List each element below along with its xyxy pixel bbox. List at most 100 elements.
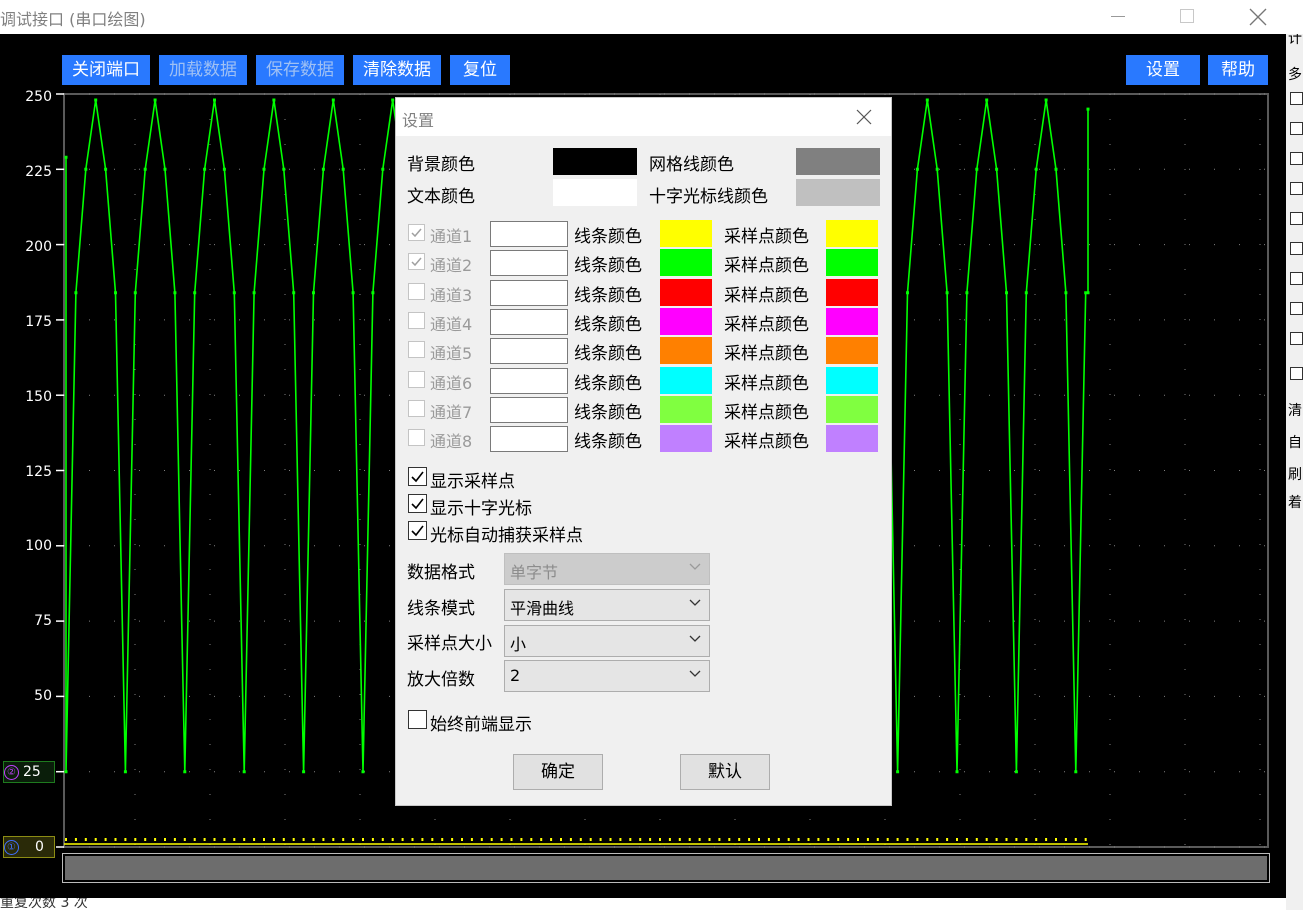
strip-text: 着 <box>1288 495 1302 511</box>
line-color-label: 线条颜色 <box>574 256 642 277</box>
line-color-label: 线条颜色 <box>574 285 642 306</box>
auto-snap-checkbox[interactable] <box>408 521 427 540</box>
channel-enable-checkbox[interactable] <box>408 370 425 388</box>
channel-point-color-swatch[interactable] <box>826 307 878 335</box>
strip-checkbox[interactable] <box>1290 182 1303 195</box>
line-color-label: 线条颜色 <box>574 373 642 394</box>
data-format-label: 数据格式 <box>407 563 475 583</box>
crosshair-color-label: 十字光标线颜色 <box>649 187 768 207</box>
point-color-label: 采样点颜色 <box>724 373 809 394</box>
channel-name-input[interactable] <box>490 426 568 453</box>
chevron-down-icon <box>689 599 701 606</box>
y-tick-label: 250 <box>25 89 52 105</box>
channel-name-input[interactable] <box>490 396 568 423</box>
channel-label: 通道4 <box>430 314 473 334</box>
channel-point-color-swatch[interactable] <box>826 249 878 277</box>
strip-checkbox[interactable] <box>1290 302 1303 315</box>
zoom-select[interactable]: 2 <box>504 660 710 692</box>
channel-1-points <box>65 838 1087 841</box>
line-color-label: 线条颜色 <box>574 402 642 423</box>
channel-name-input[interactable] <box>490 308 568 335</box>
channel-point-color-swatch[interactable] <box>826 395 878 423</box>
channel-enable-checkbox[interactable] <box>408 224 425 241</box>
channel-name-input[interactable] <box>490 367 568 394</box>
text-color-label: 文本颜色 <box>407 187 475 207</box>
channel-point-color-swatch[interactable] <box>826 337 878 365</box>
channel-point-color-swatch[interactable] <box>826 425 878 453</box>
channel-label: 通道6 <box>430 373 473 393</box>
close-window-button[interactable] <box>1235 0 1281 32</box>
dialog-title-bar: 设置 <box>396 98 891 136</box>
channel-enable-checkbox[interactable] <box>408 399 425 417</box>
channel-badge: ② <box>4 764 19 780</box>
line-mode-value: 平滑曲线 <box>510 599 575 618</box>
point-color-label: 采样点颜色 <box>724 285 809 306</box>
text-color-swatch[interactable] <box>553 179 637 206</box>
channel-label: 通道2 <box>430 256 473 276</box>
line-color-label: 线条颜色 <box>574 314 642 335</box>
strip-checkbox[interactable] <box>1290 212 1303 225</box>
strip-checkbox[interactable] <box>1290 92 1303 105</box>
line-mode-select[interactable]: 平滑曲线 <box>504 589 710 621</box>
crosshair-color-swatch[interactable] <box>796 179 880 206</box>
y-tick-label: 200 <box>25 238 52 255</box>
line-color-label: 线条颜色 <box>574 432 642 453</box>
channel-enable-checkbox[interactable] <box>408 341 425 359</box>
point-size-value: 小 <box>510 635 527 654</box>
title-bar: 调试接口 (串口绘图) <box>0 0 1303 34</box>
channel-name-input[interactable] <box>490 279 568 306</box>
channel-line-color-swatch[interactable] <box>660 307 712 335</box>
channel-line-color-swatch[interactable] <box>660 366 712 394</box>
strip-checkbox[interactable] <box>1290 122 1303 135</box>
data-format-value: 单字节 <box>510 563 559 582</box>
channel-line-color-swatch[interactable] <box>660 337 712 365</box>
checkmark-icon <box>411 228 422 238</box>
channel-point-color-swatch[interactable] <box>826 278 878 306</box>
channel-line-color-swatch[interactable] <box>660 425 712 453</box>
minimize-button[interactable] <box>1095 0 1141 32</box>
ok-button[interactable]: 确定 <box>513 754 603 790</box>
background-color-swatch[interactable] <box>553 148 637 175</box>
default-button[interactable]: 默认 <box>680 754 770 790</box>
dialog-title: 设置 <box>402 111 435 130</box>
strip-text: 自 <box>1288 435 1302 451</box>
strip-text: 计 <box>1288 34 1302 47</box>
point-size-select[interactable]: 小 <box>504 625 710 657</box>
strip-checkbox[interactable] <box>1290 367 1303 380</box>
window-title: 调试接口 (串口绘图) <box>0 10 146 29</box>
channel-point-color-swatch[interactable] <box>826 366 878 394</box>
dialog-close-button[interactable] <box>852 106 876 128</box>
channel-line-color-swatch[interactable] <box>660 249 712 277</box>
show-crosshair-label: 显示十字光标 <box>430 499 532 519</box>
channel-name-input[interactable] <box>490 221 568 247</box>
channel-point-color-swatch[interactable] <box>826 220 878 247</box>
checkmark-icon <box>411 525 424 537</box>
chevron-down-icon <box>689 670 701 677</box>
channel-line-color-swatch[interactable] <box>660 278 712 306</box>
point-color-label: 采样点颜色 <box>724 227 809 247</box>
strip-checkbox[interactable] <box>1290 152 1303 165</box>
strip-checkbox[interactable] <box>1290 332 1303 345</box>
always-on-top-checkbox[interactable] <box>408 710 427 729</box>
channel-name-input[interactable] <box>490 338 568 365</box>
show-points-checkbox[interactable] <box>408 467 427 486</box>
channel-enable-checkbox[interactable] <box>408 282 425 300</box>
data-format-select[interactable]: 单字节 <box>504 553 710 585</box>
channel-enable-checkbox[interactable] <box>408 311 425 329</box>
chevron-down-icon <box>689 563 701 570</box>
channel-name-input[interactable] <box>490 250 568 277</box>
maximize-button[interactable] <box>1163 0 1209 32</box>
channel-enable-checkbox[interactable] <box>408 429 425 447</box>
strip-checkbox[interactable] <box>1290 272 1303 285</box>
settings-dialog: 设置 背景颜色 网格线颜色 文本颜色 十字光标线颜色 通道1 线条颜色 采样点颜色通… <box>395 97 892 806</box>
line-color-label: 线条颜色 <box>574 344 642 365</box>
horizontal-scrollbar[interactable] <box>62 853 1270 883</box>
channel-enable-checkbox[interactable] <box>408 253 425 271</box>
channel-line-color-swatch[interactable] <box>660 395 712 423</box>
strip-checkbox[interactable] <box>1290 242 1303 255</box>
point-size-label: 采样点大小 <box>407 634 492 654</box>
grid-color-swatch[interactable] <box>796 148 880 175</box>
scrollbar-thumb[interactable] <box>65 856 1267 880</box>
show-crosshair-checkbox[interactable] <box>408 494 427 513</box>
channel-line-color-swatch[interactable] <box>660 220 712 247</box>
